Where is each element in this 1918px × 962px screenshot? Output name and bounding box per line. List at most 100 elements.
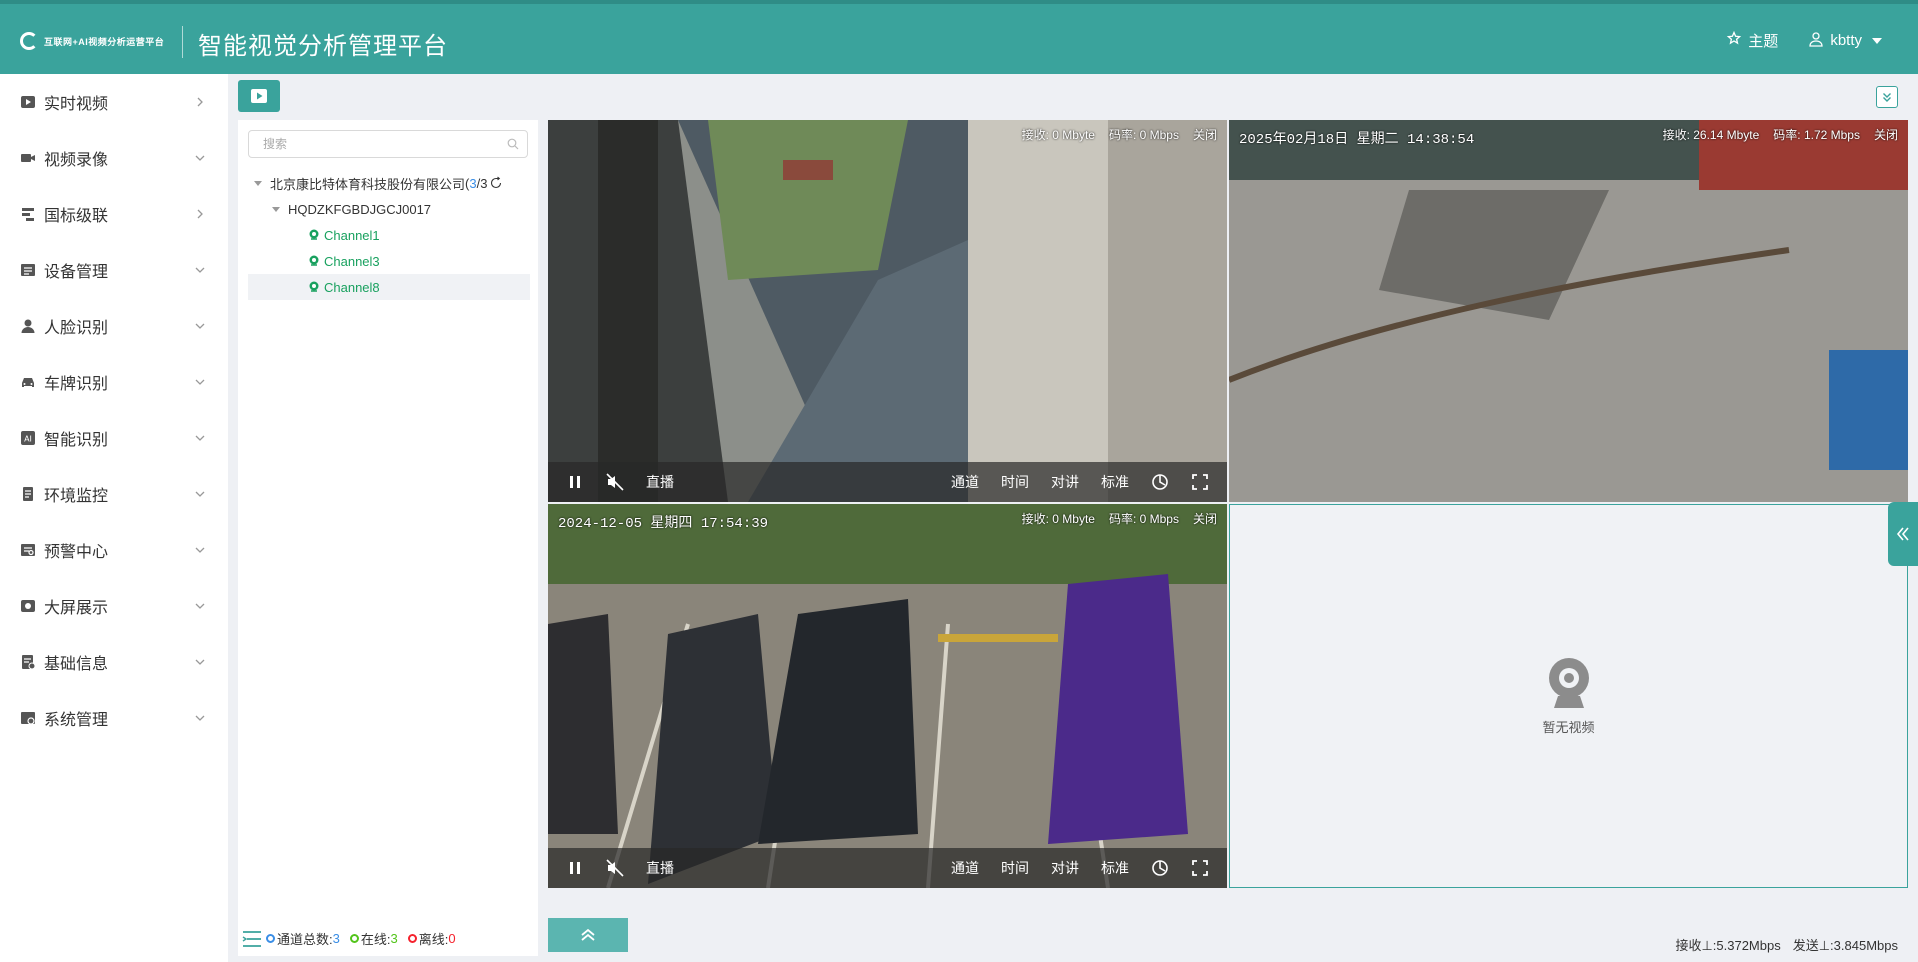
sidebar-item-label: 人脸识别 xyxy=(44,320,109,337)
time-button[interactable]: 时间 xyxy=(1001,858,1029,878)
video-tile-4-empty[interactable]: 暂无视频 xyxy=(1229,504,1908,888)
list-toggle-icon[interactable] xyxy=(242,930,262,948)
header-divider xyxy=(182,26,183,58)
chevron-right-icon[interactable] xyxy=(194,96,206,108)
channel-button[interactable]: 通道 xyxy=(951,858,979,878)
webcam-icon xyxy=(1544,656,1594,715)
sidebar-item-alert[interactable]: 预警中心 xyxy=(0,522,228,578)
chevron-down-icon[interactable] xyxy=(194,320,206,332)
channel-button[interactable]: 通道 xyxy=(951,472,979,492)
chevron-right-icon[interactable] xyxy=(194,208,206,220)
video-grid: 接收: 0 Mbyte 码率: 0 Mbps 关闭 直播 通道 时间 对讲 标准 xyxy=(548,120,1908,888)
send-bandwidth: 发送⊥:3.845Mbps xyxy=(1792,938,1898,953)
sidebar-item-cascade[interactable]: 国标级联 xyxy=(0,186,228,242)
online-dot-icon xyxy=(349,934,359,943)
talk-button[interactable]: 对讲 xyxy=(1051,858,1079,878)
expand-triangle-icon[interactable] xyxy=(272,206,280,212)
pause-icon[interactable] xyxy=(566,859,584,877)
talk-button[interactable]: 对讲 xyxy=(1051,472,1079,492)
sidebar-item-device[interactable]: 设备管理 xyxy=(0,242,228,298)
sidebar-item-label: 国标级联 xyxy=(44,208,109,225)
sidebar-item-label: 实时视频 xyxy=(44,96,109,113)
expand-triangle-icon[interactable] xyxy=(254,180,262,186)
sidebar-item-environment[interactable]: 环境监控 xyxy=(0,466,228,522)
user-menu-button[interactable]: kbtty xyxy=(1808,31,1882,51)
online-channels-stat: 在线: 3 xyxy=(349,929,398,948)
logo: 互联网+AI视频分析运营平台 xyxy=(20,32,164,50)
video-tile-1[interactable]: 接收: 0 Mbyte 码率: 0 Mbps 关闭 直播 通道 时间 对讲 标准 xyxy=(548,120,1227,502)
device-tree-panel: 北京康比特体育科技股份有限公司 (3/3 HQDZKFGBDJGCJ0017 C… xyxy=(238,120,538,956)
sidebar-item-info[interactable]: 基础信息 xyxy=(0,634,228,690)
bandwidth-status: 接收⊥:5.372Mbps 发送⊥:3.845Mbps xyxy=(1675,935,1898,954)
channel-name: Channel1 xyxy=(324,227,380,243)
tree-node-channel[interactable]: Channel8 xyxy=(248,274,530,300)
refresh-icon[interactable] xyxy=(489,176,503,190)
video-play-icon xyxy=(20,94,36,110)
chevron-down-icon[interactable] xyxy=(194,712,206,724)
sidebar-item-label: 系统管理 xyxy=(44,712,109,729)
sidebar-item-face[interactable]: 人脸识别 xyxy=(0,298,228,354)
video-tile-2[interactable]: 2025年02月18日 星期二 14:38:54 接收: 26.14 Mbyte… xyxy=(1229,120,1908,502)
tree-node-channel[interactable]: Channel3 xyxy=(248,248,530,274)
tree-node-device[interactable]: HQDZKFGBDJGCJ0017 xyxy=(248,196,530,222)
video-tile-3[interactable]: 2024-12-05 星期四 17:54:39 接收: 0 Mbyte 码率: … xyxy=(548,504,1227,888)
bitrate-stat: 码率: 0 Mbps xyxy=(1108,128,1179,142)
org-name: 北京康比特体育科技股份有限公司 xyxy=(270,176,466,192)
fullscreen-icon[interactable] xyxy=(1191,859,1209,877)
car-icon xyxy=(20,374,36,390)
device-name: HQDZKFGBDJGCJ0017 xyxy=(288,201,432,217)
screenshot-icon[interactable] xyxy=(1151,859,1169,877)
logo-mark-icon xyxy=(20,32,38,50)
offline-channels-stat: 离线: 0 xyxy=(407,929,456,948)
close-video-button[interactable]: 关闭 xyxy=(1193,510,1217,527)
collapse-toolbar-button[interactable] xyxy=(1876,86,1898,108)
tree-node-organization[interactable]: 北京康比特体育科技股份有限公司 (3/3 xyxy=(248,170,530,196)
mute-icon[interactable] xyxy=(606,859,624,877)
quality-button[interactable]: 标准 xyxy=(1101,858,1129,878)
search-box xyxy=(248,130,528,158)
logo-text: 互联网+AI视频分析运营平台 xyxy=(44,36,165,47)
search-input[interactable] xyxy=(263,137,507,151)
chevron-down-icon[interactable] xyxy=(194,376,206,388)
sidebar-item-label: 设备管理 xyxy=(44,264,109,281)
sidebar-item-screen[interactable]: 大屏展示 xyxy=(0,578,228,634)
chevron-down-icon[interactable] xyxy=(194,264,206,276)
quality-button[interactable]: 标准 xyxy=(1101,472,1129,492)
sidebar-item-label: 大屏展示 xyxy=(44,600,109,617)
sidebar-item-settings[interactable]: 系统管理 xyxy=(0,690,228,746)
screenshot-icon[interactable] xyxy=(1151,473,1169,491)
sidebar-item-ai[interactable]: AI 智能识别 xyxy=(0,410,228,466)
live-button[interactable]: 直播 xyxy=(646,858,674,878)
theme-button[interactable]: 主题 xyxy=(1726,30,1778,51)
offline-dot-icon xyxy=(407,934,417,943)
sidebar-item-video-play[interactable]: 实时视频 xyxy=(0,74,228,130)
search-icon[interactable] xyxy=(507,138,519,150)
tree-node-channel[interactable]: Channel1 xyxy=(248,222,530,248)
collapse-grid-button[interactable] xyxy=(548,918,628,952)
pause-icon[interactable] xyxy=(566,473,584,491)
total-channels-stat: 通道总数: 3 xyxy=(266,929,340,948)
chevron-down-icon[interactable] xyxy=(194,544,206,556)
sidebar-item-camera[interactable]: 视频录像 xyxy=(0,130,228,186)
osd-timestamp: 2024-12-05 星期四 17:54:39 xyxy=(558,516,769,532)
app-title: 智能视觉分析管理平台 xyxy=(198,33,448,60)
close-video-button[interactable]: 关闭 xyxy=(1193,126,1217,143)
chevron-down-icon[interactable] xyxy=(194,432,206,444)
toggle-tree-button[interactable] xyxy=(238,80,280,112)
chevron-down-icon[interactable] xyxy=(194,600,206,612)
chevron-down-icon[interactable] xyxy=(194,656,206,668)
theme-label: 主题 xyxy=(1748,33,1779,50)
chevron-down-icon[interactable] xyxy=(194,488,206,500)
close-video-button[interactable]: 关闭 xyxy=(1874,126,1898,143)
fullscreen-icon[interactable] xyxy=(1191,473,1209,491)
org-online-count: 3 xyxy=(469,175,477,191)
live-button[interactable]: 直播 xyxy=(646,472,674,492)
chevron-down-icon[interactable] xyxy=(194,152,206,164)
svg-text:AI: AI xyxy=(24,435,32,444)
double-chevron-down-icon xyxy=(1883,93,1891,102)
expand-side-panel-button[interactable] xyxy=(1888,502,1918,566)
mute-icon[interactable] xyxy=(606,473,624,491)
user-icon xyxy=(1808,31,1824,51)
sidebar-item-car[interactable]: 车牌识别 xyxy=(0,354,228,410)
time-button[interactable]: 时间 xyxy=(1001,472,1029,492)
